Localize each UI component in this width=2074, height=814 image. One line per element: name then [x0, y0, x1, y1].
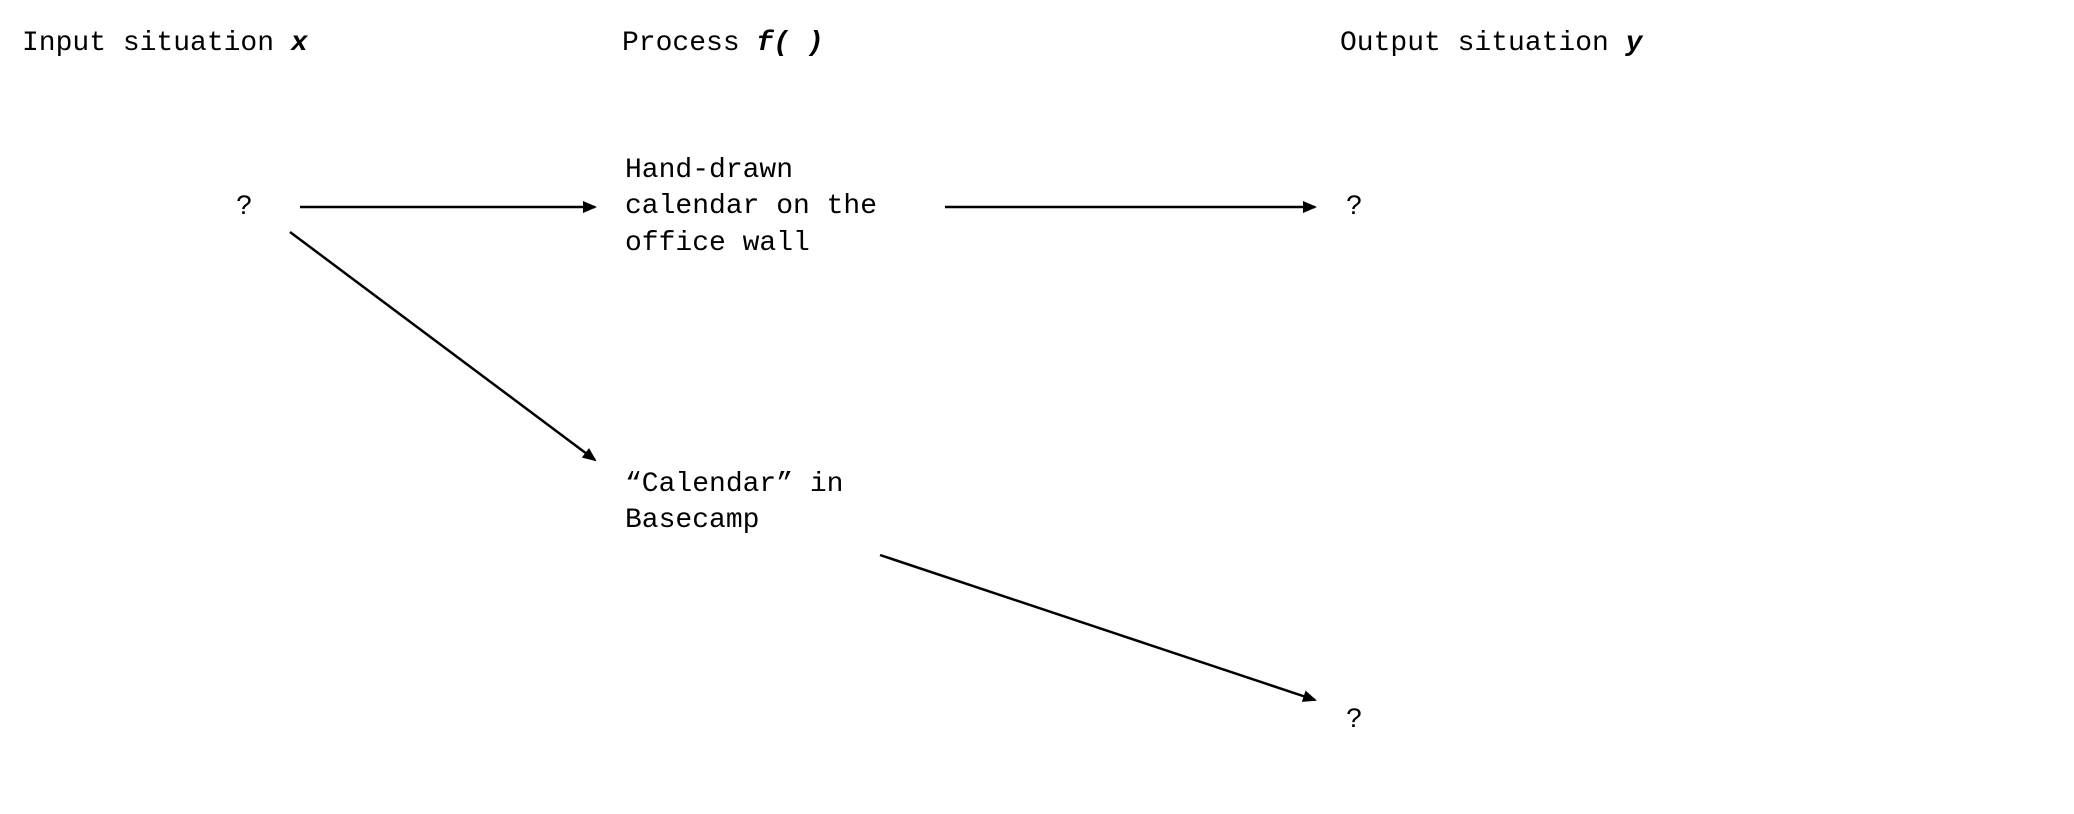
arrow-icon: [0, 0, 2074, 814]
